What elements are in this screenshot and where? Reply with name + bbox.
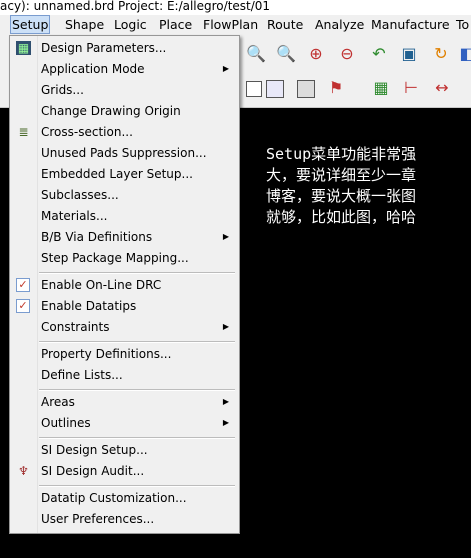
- zoom-in-icon[interactable]: ⊕: [307, 45, 325, 63]
- menu-setup[interactable]: Setup: [10, 15, 51, 34]
- menu-item-label: Design Parameters...: [41, 41, 167, 55]
- refresh-icon[interactable]: ↻: [432, 45, 450, 63]
- menu-bar: Setup Shape Logic Place FlowPlan Route A…: [0, 15, 471, 35]
- canvas-annotation: Setup菜单功能非常强 大，要说详细至少一章 博客，要说大概一张图 就够，比如此图，…: [266, 144, 471, 228]
- checkmark-icon: ✓: [16, 299, 30, 313]
- menu-flowplan[interactable]: FlowPlan: [202, 16, 259, 33]
- menu-manufacture[interactable]: Manufacture: [370, 16, 451, 33]
- menu-item-label: Step Package Mapping...: [41, 251, 189, 265]
- submenu-arrow-icon: ▶: [222, 322, 229, 331]
- chip-icon[interactable]: ▦: [372, 79, 390, 97]
- menu-item-label: Enable Datatips: [41, 299, 137, 313]
- menu-tools[interactable]: To: [455, 16, 470, 33]
- menu-separator: [39, 437, 235, 439]
- menu-item-label: Materials...: [41, 209, 108, 223]
- menu-item-label: Constraints: [41, 320, 110, 334]
- menu-shape[interactable]: Shape: [64, 16, 105, 33]
- menu-item-label: Change Drawing Origin: [41, 104, 181, 118]
- zoom-window-icon[interactable]: 🔍: [276, 45, 296, 63]
- menu-item-change-drawing-origin[interactable]: Change Drawing Origin: [12, 101, 237, 121]
- menu-item-design-parameters[interactable]: ▦ Design Parameters...: [12, 38, 237, 58]
- submenu-arrow-icon: ▶: [222, 418, 229, 427]
- menu-item-cross-section[interactable]: ≣ Cross-section...: [12, 122, 237, 142]
- menu-item-label: SI Design Setup...: [41, 443, 148, 457]
- menu-item-user-preferences[interactable]: User Preferences...: [12, 509, 237, 529]
- zoom-fit-icon[interactable]: 🔍: [246, 45, 266, 63]
- menu-item-label: Unused Pads Suppression...: [41, 146, 207, 160]
- setup-dropdown-menu: ▦ Design Parameters... Application Mode …: [9, 35, 240, 534]
- checkmark-icon: ✓: [16, 278, 30, 292]
- menu-item-datatip-customization[interactable]: Datatip Customization...: [12, 488, 237, 508]
- menu-item-application-mode[interactable]: Application Mode ▶: [12, 59, 237, 79]
- menu-item-enable-online-drc[interactable]: ✓ Enable On-Line DRC: [12, 275, 237, 295]
- menu-item-label: Areas: [41, 395, 75, 409]
- menu-item-label: User Preferences...: [41, 512, 155, 526]
- menu-item-unused-pads-suppression[interactable]: Unused Pads Suppression...: [12, 143, 237, 163]
- menu-item-label: Cross-section...: [41, 125, 133, 139]
- menu-item-label: B/B Via Definitions: [41, 230, 153, 244]
- note-line: 就够，比如此图，哈哈: [266, 208, 417, 226]
- menu-item-step-package-mapping[interactable]: Step Package Mapping...: [12, 248, 237, 268]
- dimension-vertical-icon[interactable]: ⊢: [402, 79, 420, 97]
- cross-section-icon: ≣: [18, 125, 29, 139]
- menu-item-si-design-audit[interactable]: ♆ SI Design Audit...: [12, 461, 237, 481]
- menu-item-embedded-layer-setup[interactable]: Embedded Layer Setup...: [12, 164, 237, 184]
- menu-item-enable-datatips[interactable]: ✓ Enable Datatips: [12, 296, 237, 316]
- menu-item-label: Define Lists...: [41, 368, 123, 382]
- menu-item-areas[interactable]: Areas ▶: [12, 392, 237, 412]
- window-title: acy): unnamed.brd Project: E:/allegro/te…: [0, 0, 271, 13]
- submenu-arrow-icon: ▶: [222, 232, 229, 241]
- menu-item-grids[interactable]: Grids...: [12, 80, 237, 100]
- menu-separator: [39, 485, 235, 487]
- menu-item-subclasses[interactable]: Subclasses...: [12, 185, 237, 205]
- zoom-out-icon[interactable]: ⊖: [338, 45, 356, 63]
- filled-square-icon[interactable]: [297, 80, 315, 98]
- menu-item-label: Subclasses...: [41, 188, 119, 202]
- note-line: 大，要说详细至少一章: [266, 166, 417, 184]
- menu-place[interactable]: Place: [158, 16, 193, 33]
- menu-item-si-design-setup[interactable]: SI Design Setup...: [12, 440, 237, 460]
- menu-item-property-definitions[interactable]: Property Definitions...: [12, 344, 237, 364]
- menu-separator: [39, 389, 235, 391]
- menu-item-label: Enable On-Line DRC: [41, 278, 162, 292]
- menu-item-label: Application Mode: [41, 62, 145, 76]
- si-audit-icon: ♆: [18, 464, 29, 478]
- menu-item-label: SI Design Audit...: [41, 464, 145, 478]
- component-icon[interactable]: ⚑: [327, 79, 345, 97]
- 3d-view-icon[interactable]: ◧: [458, 45, 471, 63]
- note-line: Setup菜单功能非常强: [266, 145, 417, 163]
- note-line: 博客，要说大概一张图: [266, 187, 417, 205]
- menu-item-label: Outlines: [41, 416, 91, 430]
- menu-item-outlines[interactable]: Outlines ▶: [12, 413, 237, 433]
- zoom-previous-icon[interactable]: ↶: [370, 45, 388, 63]
- menu-item-label: Property Definitions...: [41, 347, 172, 361]
- menu-item-define-lists[interactable]: Define Lists...: [12, 365, 237, 385]
- menu-separator: [39, 341, 235, 343]
- design-parameters-icon: ▦: [16, 41, 31, 55]
- menu-logic[interactable]: Logic: [113, 16, 148, 33]
- menu-item-constraints[interactable]: Constraints ▶: [12, 317, 237, 337]
- zoom-world-icon[interactable]: ▣: [400, 45, 418, 63]
- submenu-arrow-icon: ▶: [222, 397, 229, 406]
- submenu-arrow-icon: ▶: [222, 64, 229, 73]
- square-icon[interactable]: [266, 80, 284, 98]
- menu-separator: [39, 272, 235, 274]
- menu-item-label: Grids...: [41, 83, 84, 97]
- dimension-horizontal-icon[interactable]: ↔: [433, 79, 451, 97]
- menu-item-label: Datatip Customization...: [41, 491, 187, 505]
- menu-item-bb-via-definitions[interactable]: B/B Via Definitions ▶: [12, 227, 237, 247]
- rectangle-icon[interactable]: [246, 81, 262, 97]
- menu-item-label: Embedded Layer Setup...: [41, 167, 193, 181]
- window-title-bar: acy): unnamed.brd Project: E:/allegro/te…: [0, 0, 471, 15]
- menu-route[interactable]: Route: [266, 16, 304, 33]
- menu-item-materials[interactable]: Materials...: [12, 206, 237, 226]
- menu-analyze[interactable]: Analyze: [314, 16, 365, 33]
